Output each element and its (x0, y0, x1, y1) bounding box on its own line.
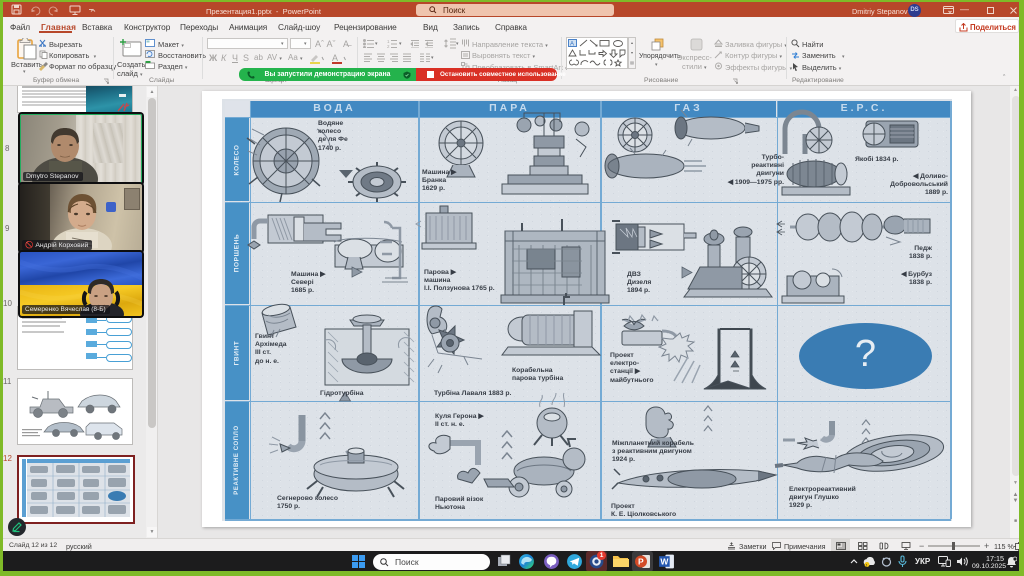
svg-text:P: P (638, 557, 644, 567)
svg-text:2: 2 (387, 44, 390, 48)
svg-text:W: W (660, 557, 669, 567)
svg-text:!: ! (866, 562, 867, 567)
svg-text:А: А (332, 53, 338, 63)
svg-text:A: A (570, 42, 574, 48)
